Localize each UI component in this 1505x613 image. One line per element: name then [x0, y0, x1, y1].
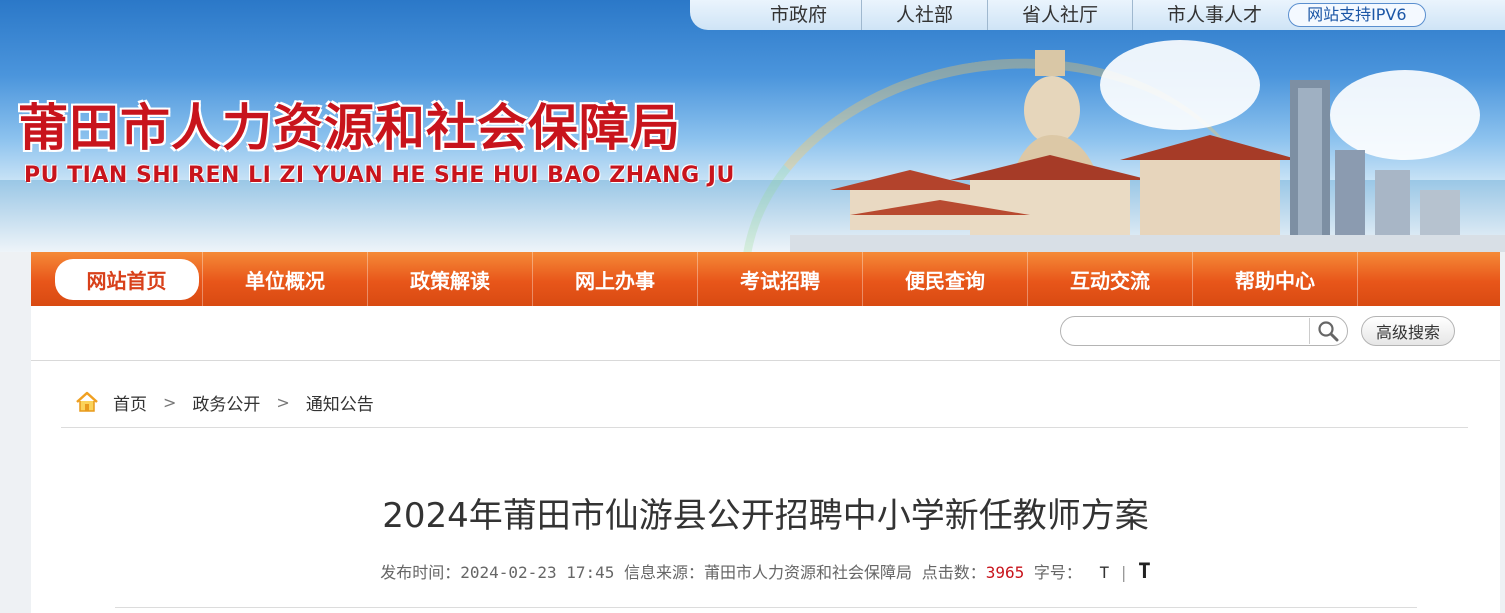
font-size-separator: | — [1118, 563, 1129, 582]
click-count: 3965 — [985, 563, 1025, 582]
search-button[interactable] — [1309, 318, 1346, 344]
nav-item-overview[interactable]: 单位概况 — [203, 252, 368, 306]
breadcrumb-divider — [61, 427, 1468, 428]
link-provincial-hrss[interactable]: 省人社厅 — [988, 0, 1134, 30]
nav-item-exam-recruitment[interactable]: 考试招聘 — [698, 252, 863, 306]
article-title: 2024年莆田市仙游县公开招聘中小学新任教师方案 — [382, 496, 1149, 536]
source-label: 信息来源： — [624, 563, 705, 582]
font-size-small-button[interactable]: T — [1100, 563, 1110, 582]
clicks-label: 点击数： — [921, 563, 986, 582]
article-source: 莆田市人力资源和社会保障局 — [704, 563, 913, 582]
font-size-label: 字号： — [1033, 563, 1082, 582]
breadcrumb: 首页 > 政务公开 > 通知公告 — [75, 387, 374, 417]
nav-item-online-service[interactable]: 网上办事 — [533, 252, 698, 306]
article-meta: 发布时间：2024-02-23 17:45 信息来源：莆田市人力资源和社会保障局… — [31, 559, 1500, 583]
nav-item-help-center[interactable]: 帮助中心 — [1193, 252, 1358, 306]
breadcrumb-separator: > — [163, 392, 177, 412]
breadcrumb-separator: > — [276, 392, 290, 412]
nav-item-policy[interactable]: 政策解读 — [368, 252, 533, 306]
font-size-large-button[interactable]: T — [1138, 559, 1151, 583]
publish-time: 2024-02-23 17:45 — [460, 563, 615, 582]
home-icon — [76, 391, 98, 412]
search-icon — [1318, 321, 1339, 342]
site-title-pinyin: PU TIAN SHI REN LI ZI YUAN HE SHE HUI BA… — [24, 163, 735, 188]
meta-divider — [115, 607, 1417, 608]
banner-cityscape-illustration — [790, 50, 1505, 252]
site-title: 莆田市人力资源和社会保障局 — [18, 98, 681, 157]
advanced-search-button[interactable]: 高级搜索 — [1361, 316, 1455, 346]
nav-item-interaction[interactable]: 互动交流 — [1028, 252, 1193, 306]
breadcrumb-government-affairs[interactable]: 政务公开 — [192, 390, 260, 415]
breadcrumb-home[interactable]: 首页 — [113, 390, 147, 415]
search-input[interactable] — [1060, 316, 1348, 346]
nav-item-home-label: 网站首页 — [54, 258, 199, 300]
search-bar: 高级搜索 — [31, 306, 1500, 361]
breadcrumb-notices[interactable]: 通知公告 — [306, 390, 374, 415]
nav-item-home[interactable]: 网站首页 — [31, 252, 203, 314]
site-banner: 市政府 人社部 省人社厅 市人事人才 网站支持IPV6 莆田市人力资源和社会保障… — [0, 0, 1505, 252]
top-links-bar: 市政府 人社部 省人社厅 市人事人才 网站支持IPV6 — [690, 0, 1505, 30]
link-city-government[interactable]: 市政府 — [690, 0, 863, 30]
link-city-talent[interactable]: 市人事人才 — [1133, 0, 1272, 30]
publish-time-label: 发布时间： — [380, 563, 461, 582]
main-navigation: 网站首页 单位概况 政策解读 网上办事 考试招聘 便民查询 互动交流 帮助中心 — [31, 252, 1500, 314]
ipv6-badge[interactable]: 网站支持IPV6 — [1288, 3, 1426, 27]
content-panel: 首页 > 政务公开 > 通知公告 2024年莆田市仙游县公开招聘中小学新任教师方… — [31, 361, 1500, 613]
link-ministry-hrss[interactable]: 人社部 — [862, 0, 989, 30]
nav-item-public-query[interactable]: 便民查询 — [863, 252, 1028, 306]
